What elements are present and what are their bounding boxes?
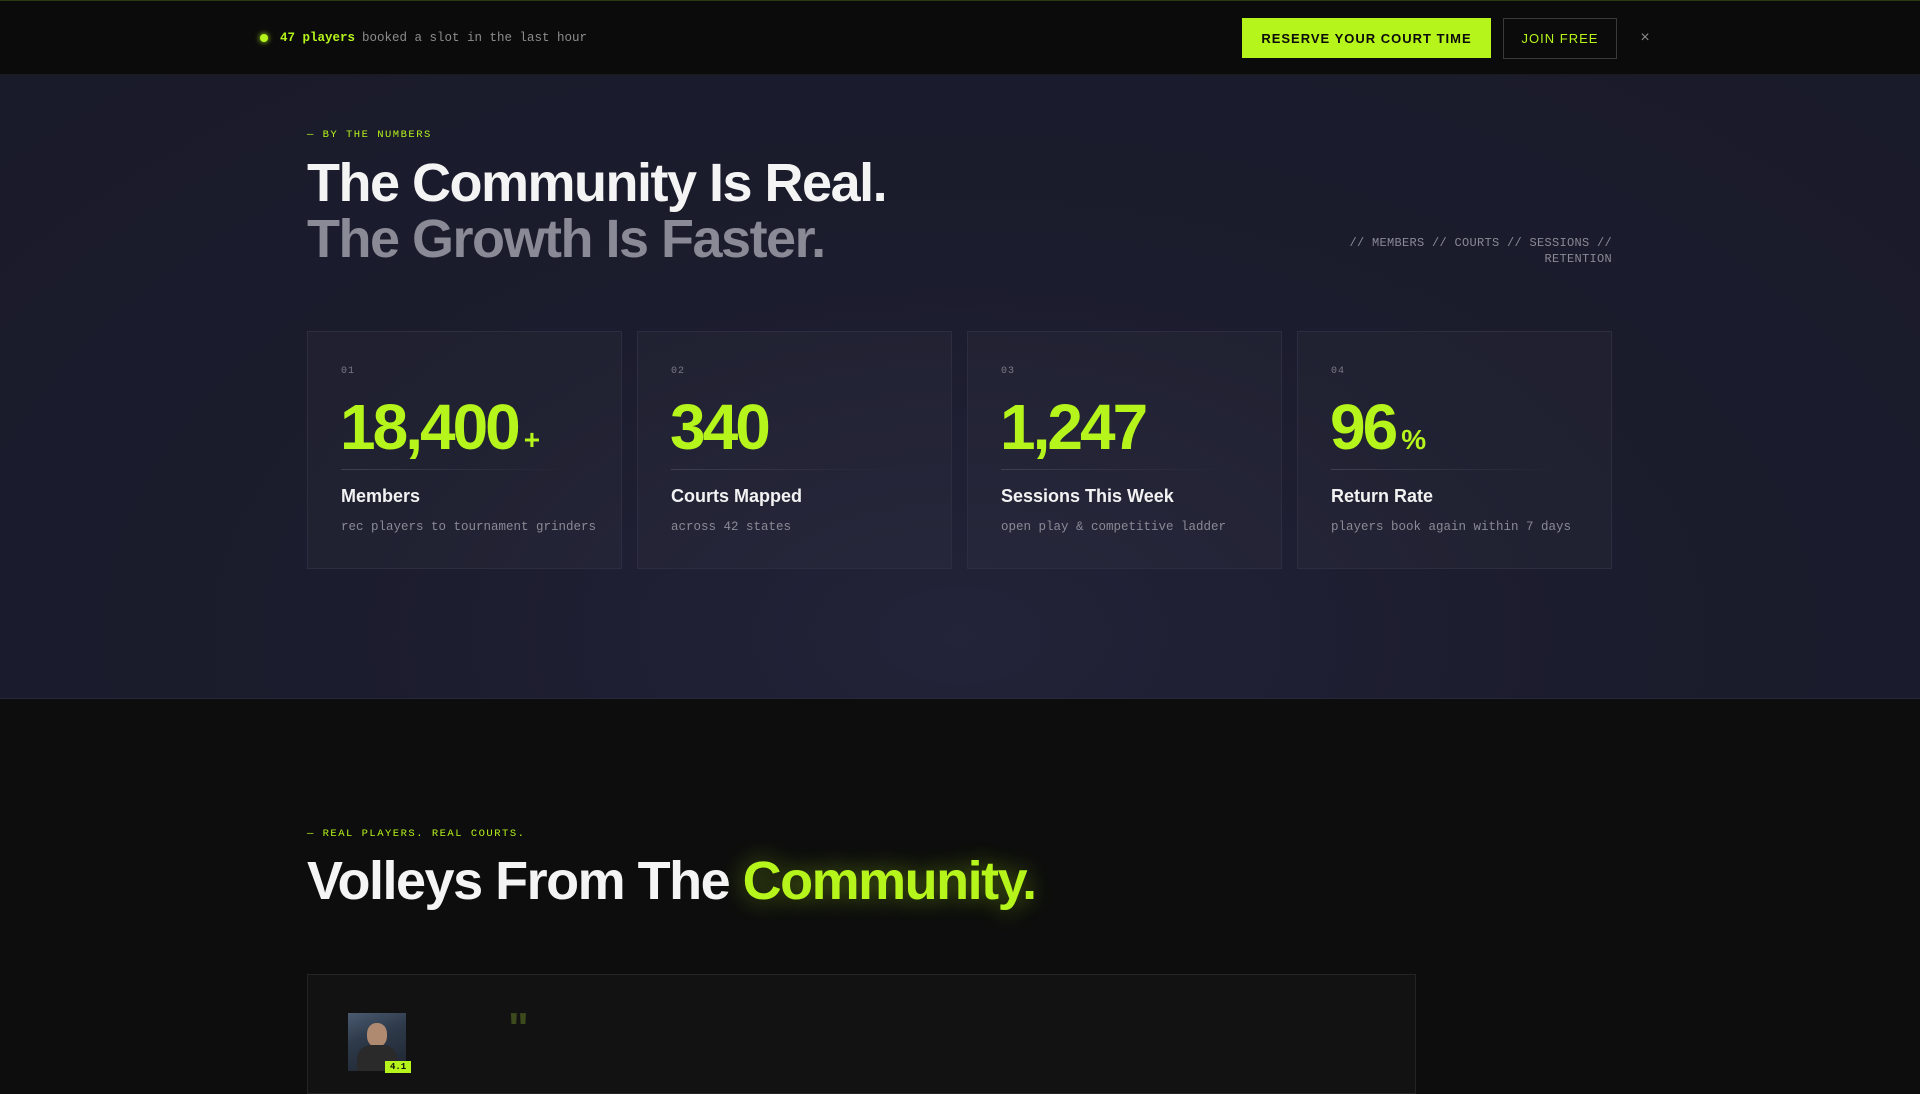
stats-headline-line2: The Growth Is Faster. — [307, 209, 826, 269]
stat-number: 18,400 — [340, 391, 521, 463]
close-icon[interactable]: × — [1636, 27, 1654, 49]
stat-description: rec players to tournament grinders — [341, 520, 597, 534]
testimonial-card: 4.1 " — [307, 974, 1416, 1094]
stats-eyebrow: — BY THE NUMBERS — [307, 129, 432, 141]
stat-suffix: + — [523, 424, 541, 455]
stat-number: 340 — [670, 391, 771, 463]
avatar-head-shape — [367, 1023, 387, 1047]
stat-number: 1,247 — [1000, 391, 1148, 463]
stat-label: Courts Mapped — [671, 486, 803, 506]
community-eyebrow: — REAL PLAYERS. REAL COURTS. — [307, 828, 526, 840]
stats-section: — BY THE NUMBERS The Community Is Real. … — [0, 75, 1920, 699]
stat-label: Sessions This Week — [1001, 486, 1174, 506]
player-rating-badge: 4.1 — [385, 1061, 412, 1073]
live-status-dot-icon — [260, 34, 268, 42]
community-headline-highlight: Community. — [742, 851, 1038, 911]
stat-number: 96 — [1330, 391, 1398, 463]
stat-index: 02 — [671, 366, 686, 377]
community-section: — REAL PLAYERS. REAL COURTS. Volleys Fro… — [0, 699, 1920, 1094]
stats-grid: 01 18,400 + Members rec players to tourna… — [307, 331, 1612, 569]
stat-card-members: 01 18,400 + Members rec players to tourna… — [307, 331, 622, 569]
stat-divider — [1001, 469, 1231, 470]
live-activity-text: booked a slot in the last hour — [362, 31, 588, 45]
stat-divider — [1331, 469, 1561, 470]
stat-index: 01 — [341, 366, 356, 377]
stat-suffix: % — [1401, 424, 1427, 455]
stat-label: Return Rate — [1331, 486, 1434, 506]
live-activity: 47 players booked a slot in the last hou… — [260, 31, 587, 45]
stats-tagline: // MEMBERS // COURTS // SESSIONS // RETE… — [1349, 236, 1612, 266]
stats-headline: The Community Is Real. The Growth Is Fas… — [307, 153, 888, 269]
stat-description: open play & competitive ladder — [1001, 520, 1227, 534]
stat-value: 1,247 — [1000, 390, 1151, 464]
stat-description: players book again within 7 days — [1331, 520, 1572, 534]
join-free-button[interactable]: JOIN FREE — [1503, 18, 1617, 59]
stat-card-return-rate: 04 96% Return Rate players book again wi… — [1297, 331, 1612, 569]
quote-icon: " — [508, 1004, 529, 1053]
stat-label: Members — [341, 486, 421, 506]
stat-divider — [671, 469, 901, 470]
announcement-bar: 47 players booked a slot in the last hou… — [0, 0, 1920, 75]
reserve-court-button[interactable]: RESERVE YOUR COURT TIME — [1242, 18, 1491, 58]
community-headline: Volleys From The Community. — [307, 850, 1038, 912]
stat-value: 340 — [670, 390, 774, 464]
stat-card-sessions: 03 1,247 Sessions This Week open play & … — [967, 331, 1282, 569]
stat-index: 03 — [1001, 366, 1016, 377]
stat-index: 04 — [1331, 366, 1346, 377]
community-headline-start: Volleys From The — [307, 851, 743, 911]
live-player-count: 47 players — [280, 31, 356, 45]
stat-value: 18,400 + — [340, 390, 540, 464]
stat-card-courts: 02 340 Courts Mapped across 42 states — [637, 331, 952, 569]
stats-headline-line1: The Community Is Real. — [307, 153, 888, 213]
stat-divider — [341, 469, 571, 470]
stat-description: across 42 states — [671, 520, 792, 534]
stat-value: 96% — [1330, 390, 1426, 464]
